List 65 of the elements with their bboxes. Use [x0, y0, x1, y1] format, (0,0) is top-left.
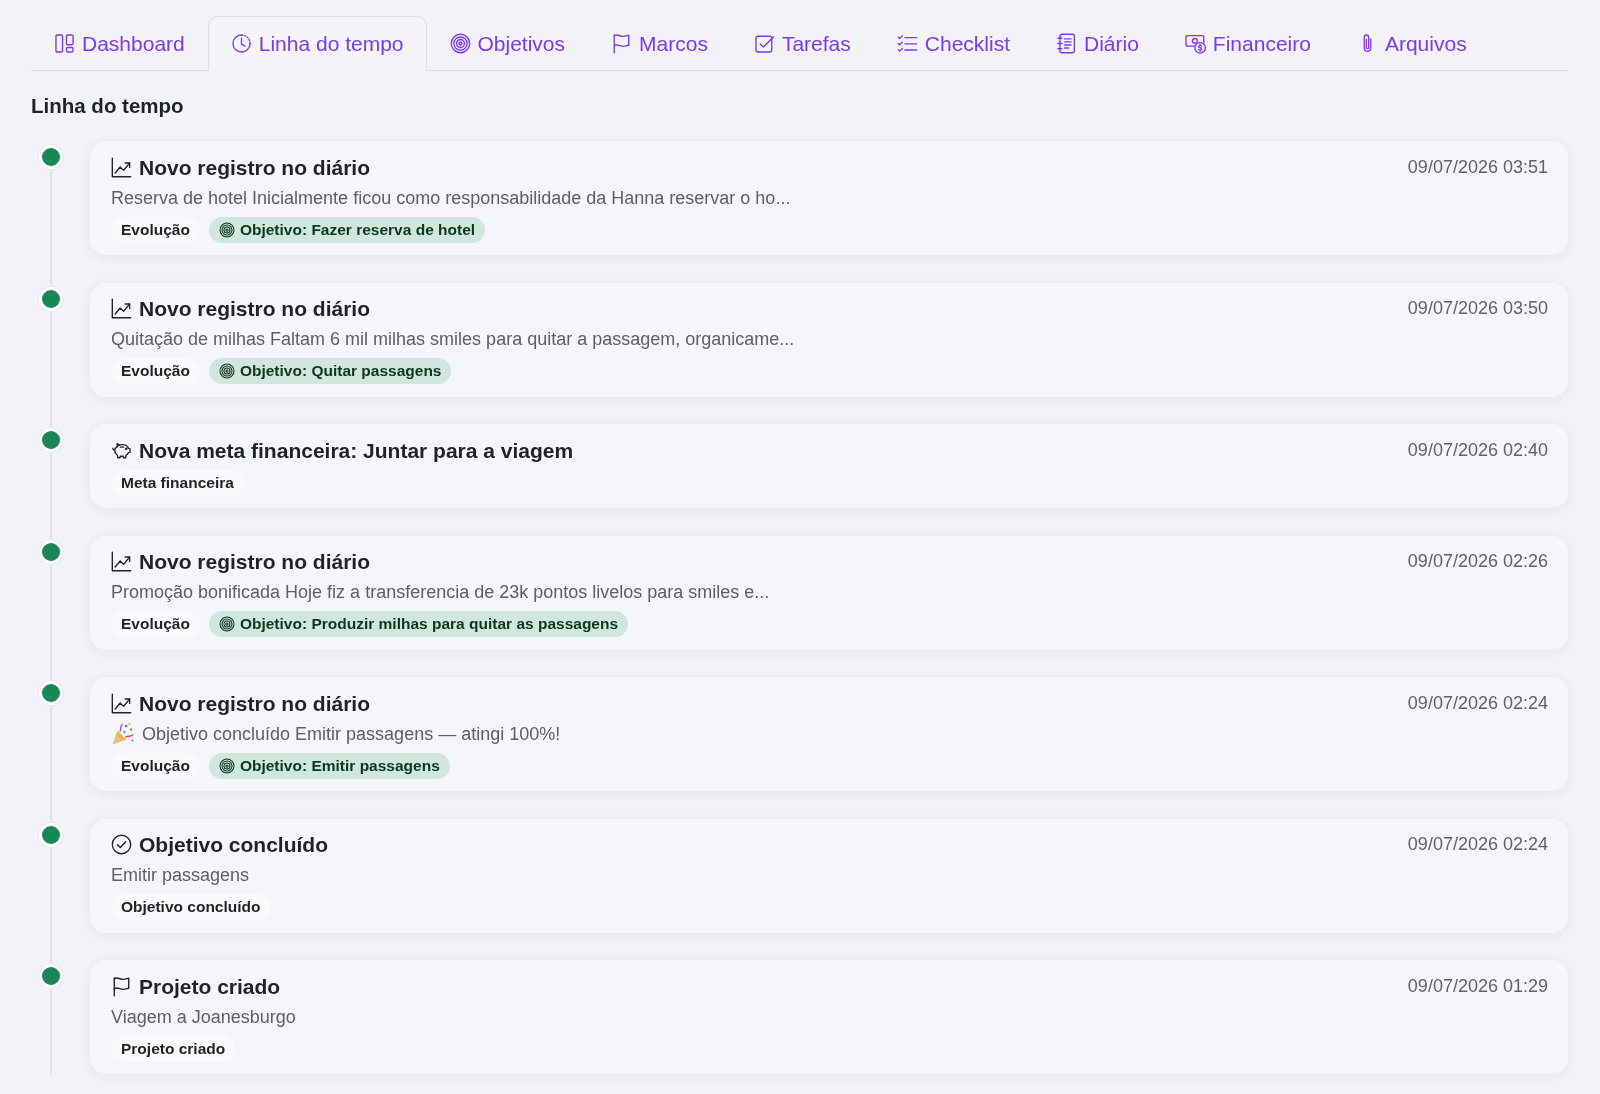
event-date: 09/07/2026 02:40 [1407, 438, 1548, 462]
event-title: Projeto criado [139, 973, 281, 999]
line-chart-icon [111, 692, 132, 714]
tab[interactable]: Financeiro [1161, 16, 1334, 71]
category-tag: Evolução [111, 611, 200, 637]
timeline-dot-icon [39, 286, 63, 311]
event-description: Emitir passagens [111, 864, 250, 887]
timeline-dot-icon [39, 145, 63, 169]
event-date: 09/07/2026 03:50 [1407, 297, 1548, 320]
timeline-dot-icon [39, 428, 63, 452]
category-tag: Evolução [111, 752, 200, 779]
timeline-dot-icon [39, 681, 63, 705]
tab[interactable]: Dashboard [31, 16, 208, 71]
event-date: 09/07/2026 02:26 [1407, 550, 1548, 573]
target-icon [218, 221, 235, 238]
event-date: 09/07/2026 02:24 [1407, 691, 1548, 715]
checkbox-icon [753, 33, 775, 54]
event-title: Nova meta financeira: Juntar para a viagem [139, 437, 574, 463]
check-circle-icon [111, 834, 132, 855]
event-title: Novo registro no diário [139, 296, 371, 321]
target-icon [218, 616, 235, 632]
line-chart-icon [111, 551, 132, 572]
section-title: Linha do tempo [31, 93, 185, 119]
event-title: Objetivo concluído [139, 832, 328, 857]
layout-icon [54, 33, 75, 54]
banknote-coin-icon [1184, 33, 1206, 54]
category-tag: Evolução [111, 216, 200, 243]
goal-name: Objetivo: Emitir passagens [239, 756, 440, 775]
category-tag: Objetivo concluído [111, 894, 271, 920]
event-description: Viagem a Joanesburgo [111, 1005, 296, 1029]
goal-name: Objetivo: Produzir milhas para quitar as passagens [239, 615, 619, 633]
event-title: Novo registro no diário [139, 549, 371, 574]
line-chart-icon [111, 298, 132, 319]
target-icon [218, 757, 235, 774]
tab[interactable]: Tarefas [730, 16, 874, 71]
timeline-dot-icon [39, 539, 63, 564]
tab[interactable]: Objetivos [426, 16, 589, 71]
event-description: Reserva de hotel Inicialmente ficou como responsabilidade da Hanna reservar o ho... [111, 186, 791, 210]
checklist-icon [896, 33, 918, 54]
tab[interactable]: Arquivos [1333, 16, 1490, 71]
category-tag: Evolução [111, 358, 200, 384]
goal-name: Objetivo: Fazer reserva de hotel [239, 220, 476, 239]
line-chart-icon [111, 156, 132, 178]
event-title: Novo registro no diário [139, 690, 371, 716]
target-icon [218, 363, 235, 379]
target-icon [449, 33, 471, 54]
tab[interactable]: Linha do tempo [207, 16, 427, 71]
event-title: Novo registro no diário [139, 154, 371, 180]
clock-icon [230, 33, 252, 54]
event-description: Quitação de milhas Faltam 6 mil milhas smiles para quitar a passagem, organicame... [111, 328, 795, 351]
goal-name: Objetivo: Quitar passagens [239, 362, 442, 380]
event-date: 09/07/2026 02:24 [1407, 833, 1548, 856]
flag-icon [111, 975, 132, 997]
category-tag: Meta financeira [111, 469, 244, 496]
category-tag: Projeto criado [111, 1035, 236, 1062]
event-date: 09/07/2026 03:51 [1407, 155, 1548, 179]
tab[interactable]: Checklist [873, 16, 1033, 71]
tab[interactable]: Marcos [588, 16, 731, 71]
timeline-dot-icon [39, 822, 63, 847]
event-description: Objetivo concluído Emitir passagens — atingi 100%! [142, 722, 561, 746]
notebook-icon [1056, 33, 1077, 54]
tab[interactable]: Diário [1033, 16, 1162, 71]
timeline-dot-icon [39, 964, 63, 988]
event-date: 09/07/2026 01:29 [1407, 974, 1548, 998]
event-description: Promoção bonificada Hoje fiz a transferencia de 23k pontos livelos para smiles e... [111, 581, 770, 604]
